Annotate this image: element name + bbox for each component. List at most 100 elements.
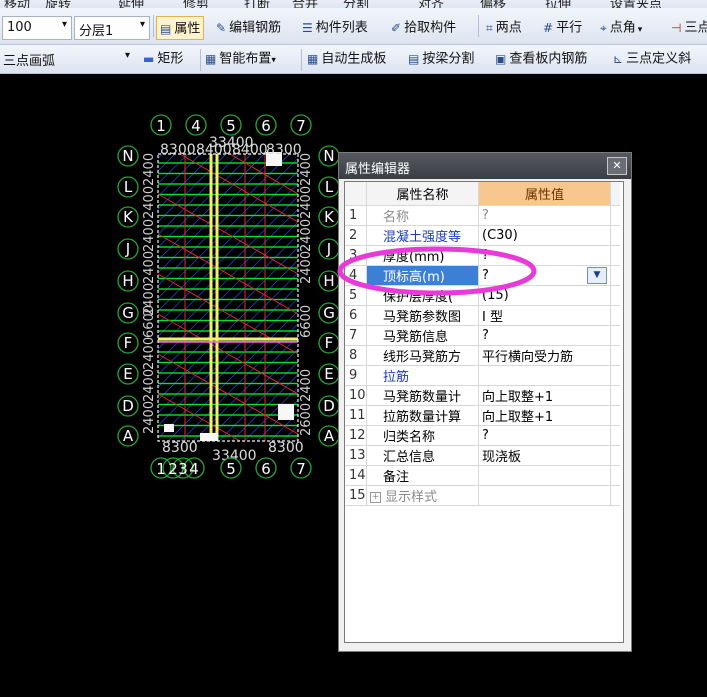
top-toolbar-partial: 移动 旋转 延伸 修剪 打断 合并 分割 对齐 偏移 拉伸 设置夹点: [0, 0, 707, 8]
property-value[interactable]: ?: [478, 245, 611, 266]
parallel-label: 平行: [556, 20, 583, 36]
property-value-header: 属性值: [478, 182, 611, 206]
row-number: 2: [345, 225, 367, 246]
rectangle-button[interactable]: ▬ 矩形: [140, 47, 186, 71]
property-value[interactable]: (C30): [478, 225, 611, 246]
axis-label: D: [323, 397, 335, 415]
property-value[interactable]: (15): [478, 285, 611, 306]
view-slab-rebar-button[interactable]: ▣ 查看板内钢筋: [492, 47, 590, 71]
toolbar-divider: [301, 49, 302, 71]
property-row[interactable]: 6 马凳筋参数图 I 型: [345, 305, 620, 326]
property-value[interactable]: 向上取整+1: [478, 405, 611, 426]
axis-label: 3: [178, 460, 188, 478]
row-number: 5: [345, 285, 367, 306]
axis-label: J: [125, 240, 130, 258]
three-point-button[interactable]: ⊣ 三点: [668, 16, 707, 40]
property-row[interactable]: 11 拉筋数量计算 向上取整+1: [345, 405, 620, 426]
list-icon: ☰: [302, 21, 313, 35]
member-list-button[interactable]: ☰ 构件列表: [299, 16, 371, 40]
property-row[interactable]: 9 拉筋: [345, 365, 620, 386]
property-row[interactable]: 5 保护层厚度( (15): [345, 285, 620, 306]
property-value[interactable]: 向上取整+1: [478, 385, 611, 406]
axis-label: 6: [261, 460, 271, 478]
edit-rebar-label: 编辑钢筋: [229, 20, 282, 36]
property-row[interactable]: 1 名称 ?: [345, 205, 620, 226]
arc-mode-combo[interactable]: 三点画弧 ▾: [3, 50, 136, 70]
extend-button[interactable]: 延伸: [118, 0, 144, 8]
property-row[interactable]: 7 马凳筋信息 ?: [345, 325, 620, 346]
parallel-button[interactable]: # 平行: [540, 16, 585, 40]
property-row[interactable]: 8 线形马凳筋方 平行横向受力筋: [345, 345, 620, 366]
pick-member-button[interactable]: ✐ 拾取构件: [388, 16, 459, 40]
dimension-label: 6600: [142, 305, 157, 338]
split-by-beam-button[interactable]: ▤ 按梁分割: [405, 47, 477, 71]
row-number: 6: [345, 305, 367, 326]
property-row-group[interactable]: 15 + 显示样式: [345, 485, 620, 506]
edit-rebar-button[interactable]: ✎ 编辑钢筋: [213, 16, 284, 40]
property-row[interactable]: 13 汇总信息 现浇板: [345, 445, 620, 466]
axis-label: 1: [156, 460, 166, 478]
property-value[interactable]: [478, 365, 611, 386]
trim-button[interactable]: 修剪: [183, 0, 209, 8]
close-button[interactable]: ✕: [607, 157, 627, 175]
property-value[interactable]: [478, 485, 611, 506]
layer-combo[interactable]: 分层1 ▾: [74, 16, 150, 40]
auto-generate-slab-button[interactable]: ▦ 自动生成板: [304, 47, 389, 71]
axis-label: A: [324, 427, 335, 445]
set-grip-button[interactable]: 设置夹点: [610, 0, 662, 8]
scale-combo[interactable]: 100 ▾: [2, 16, 72, 40]
split-button[interactable]: 分割: [343, 0, 369, 8]
expand-icon[interactable]: +: [370, 492, 381, 503]
dimension-label: 2400: [299, 186, 314, 219]
dimension-label: 2400: [142, 219, 157, 252]
property-row[interactable]: 14 备注: [345, 465, 620, 486]
dimension-label: 2400: [142, 153, 157, 186]
row-spacer: [610, 445, 620, 466]
property-value[interactable]: ?: [478, 205, 611, 226]
row-spacer: [610, 485, 620, 506]
attribute-button[interactable]: ▤ 属性: [156, 16, 205, 40]
property-name: 马凳筋信息: [366, 325, 479, 346]
pick-member-label: 拾取构件: [404, 20, 457, 36]
row-number: 12: [345, 425, 367, 446]
offset-button[interactable]: 偏移: [480, 0, 506, 8]
property-name: 归类名称: [366, 425, 479, 446]
property-value[interactable]: 平行横向受力筋: [478, 345, 611, 366]
property-value[interactable]: ?: [482, 268, 489, 283]
axis-label: H: [323, 272, 334, 290]
rotate-button[interactable]: 旋转: [45, 0, 71, 8]
property-row[interactable]: 3 厚度(mm) ?: [345, 245, 620, 266]
property-name: 保护层厚度(: [366, 285, 479, 306]
align-button[interactable]: 对齐: [418, 0, 444, 8]
property-row[interactable]: 12 归类名称 ?: [345, 425, 620, 446]
dropdown-icon[interactable]: ▼: [587, 267, 607, 284]
grid-icon: ▦: [307, 52, 319, 66]
three-point-slope-button[interactable]: ⊾ 三点定义斜: [610, 47, 694, 71]
two-points-button[interactable]: ⌗ 两点: [483, 16, 525, 40]
slab-region[interactable]: [157, 152, 299, 442]
property-name: 拉筋: [366, 365, 479, 386]
property-value[interactable]: ?: [478, 425, 611, 446]
smart-layout-button[interactable]: ▦ 智能布置▾: [202, 47, 279, 71]
row-number: 7: [345, 325, 367, 346]
property-value[interactable]: 现浇板: [478, 445, 611, 466]
point-angle-button[interactable]: ⌖ 点角 ▾: [597, 16, 645, 40]
move-button[interactable]: 移动: [4, 0, 30, 8]
property-value[interactable]: [478, 465, 611, 486]
header-spacer: [610, 182, 620, 206]
property-value[interactable]: ?: [478, 325, 611, 346]
axis-label: 6: [261, 117, 271, 135]
property-row-selected[interactable]: 4 顶标高(m) ? ▼: [345, 265, 620, 286]
break-button[interactable]: 打断: [244, 0, 270, 8]
row-spacer: [610, 385, 620, 406]
stretch-button[interactable]: 拉伸: [545, 0, 571, 8]
property-value-editor[interactable]: ? ▼: [478, 265, 611, 286]
merge-button[interactable]: 合并: [292, 0, 318, 8]
property-value[interactable]: I 型: [478, 305, 611, 326]
dialog-titlebar[interactable]: 属性编辑器 ✕: [339, 153, 631, 179]
layer-value: 分层1: [79, 24, 114, 39]
three-point-slope-label: 三点定义斜: [626, 51, 692, 67]
property-row[interactable]: 2 混凝土强度等 (C30): [345, 225, 620, 246]
property-row[interactable]: 10 马凳筋数量计 向上取整+1: [345, 385, 620, 406]
axis-label: 7: [296, 460, 306, 478]
